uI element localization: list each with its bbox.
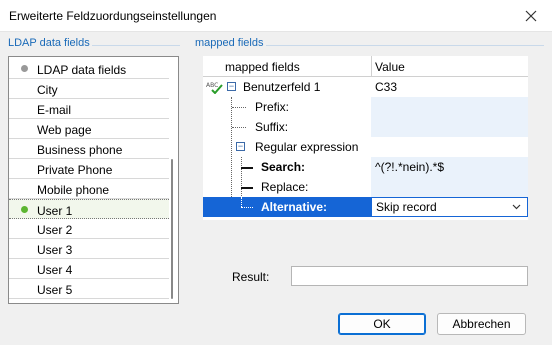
svg-text:ABC: ABC xyxy=(206,82,218,89)
alternative-selected-value: Skip record xyxy=(376,200,437,214)
list-item-label: User 3 xyxy=(37,243,73,257)
suffix-value-input[interactable] xyxy=(371,117,528,137)
ldap-section-divider xyxy=(92,45,180,46)
chevron-down-icon xyxy=(512,204,521,210)
list-item-label: User 4 xyxy=(37,263,73,277)
list-item[interactable]: User 5 xyxy=(9,279,169,299)
tree-line xyxy=(241,207,253,208)
list-item-label: User 5 xyxy=(37,283,73,297)
list-item-label: LDAP data fields xyxy=(37,63,127,77)
cancel-button[interactable]: Abbrechen xyxy=(437,313,526,335)
tree-row-root[interactable]: ABC − Benutzerfeld 1 C33 xyxy=(203,77,528,97)
mapped-fields-grid[interactable]: mapped fields Value ABC − Benutzerfeld 1… xyxy=(203,56,528,220)
tree-row-replace[interactable]: Replace: xyxy=(203,177,528,197)
selected-dot-icon xyxy=(21,206,28,213)
tree-row-search[interactable]: Search: ^(?!.*nein).*$ xyxy=(203,157,528,177)
list-item[interactable]: E-mail xyxy=(9,99,169,119)
list-item[interactable]: Web page xyxy=(9,119,169,139)
regex-label: Regular expression xyxy=(255,140,359,154)
collapse-icon[interactable]: − xyxy=(227,82,236,91)
ldap-field-list[interactable]: LDAP data fields City E-mail Web page Bu… xyxy=(8,56,179,304)
spellcheck-icon: ABC xyxy=(206,82,223,94)
window-title: Erweiterte Feldzuordungseinstellungen xyxy=(9,9,217,23)
list-item[interactable]: Business phone xyxy=(9,139,169,159)
list-item-label: Web page xyxy=(37,123,92,137)
grid-header: mapped fields Value xyxy=(203,56,528,77)
result-label: Result: xyxy=(232,270,270,284)
list-item[interactable]: User 3 xyxy=(9,239,169,259)
search-value-input[interactable]: ^(?!.*nein).*$ xyxy=(371,157,528,177)
replace-value-input[interactable] xyxy=(371,177,528,197)
list-item[interactable]: Mobile phone xyxy=(9,179,169,199)
mapped-section-label: mapped fields xyxy=(195,37,264,49)
tree-row-alternative[interactable]: Alternative: Skip record xyxy=(203,197,528,217)
marker-dot-icon xyxy=(21,65,28,72)
list-item-label: E-mail xyxy=(37,103,72,117)
tree-row-suffix[interactable]: Suffix: xyxy=(203,117,528,137)
list-item-label: User 1 xyxy=(37,204,73,218)
column-header-field[interactable]: mapped fields xyxy=(225,60,300,74)
prefix-label: Prefix: xyxy=(255,100,290,114)
mapped-section-divider xyxy=(266,45,544,46)
tree-line xyxy=(232,107,246,108)
tree-line xyxy=(241,187,253,189)
ldap-section-label: LDAP data fields xyxy=(8,37,90,49)
tree-line xyxy=(232,127,246,128)
column-divider[interactable] xyxy=(371,56,372,77)
suffix-label: Suffix: xyxy=(255,120,289,134)
tree-line xyxy=(241,167,253,169)
alternative-label: Alternative: xyxy=(261,200,328,214)
ok-button[interactable]: OK xyxy=(338,313,426,335)
tree-row-prefix[interactable]: Prefix: xyxy=(203,97,528,117)
close-icon xyxy=(525,10,537,22)
list-item[interactable]: Private Phone xyxy=(9,159,169,179)
column-header-value[interactable]: Value xyxy=(375,60,405,74)
list-item[interactable]: User 4 xyxy=(9,259,169,279)
search-label: Search: xyxy=(261,160,306,174)
list-item[interactable]: User 2 xyxy=(9,219,169,239)
list-item[interactable]: City xyxy=(9,79,169,99)
list-item[interactable]: LDAP data fields xyxy=(9,59,169,79)
tree-line xyxy=(241,197,242,207)
prefix-value-input[interactable] xyxy=(371,97,528,117)
tree-row-label: Benutzerfeld 1 xyxy=(243,80,321,94)
list-item-label: City xyxy=(37,83,58,97)
result-field[interactable] xyxy=(291,266,528,286)
list-item-label: Business phone xyxy=(37,143,123,157)
tree-row-regex[interactable]: − Regular expression xyxy=(203,137,528,157)
alternative-dropdown[interactable]: Skip record xyxy=(371,197,528,217)
title-bar: Erweiterte Feldzuordungseinstellungen xyxy=(0,0,552,32)
collapse-icon[interactable]: − xyxy=(236,142,245,151)
close-button[interactable] xyxy=(522,7,540,25)
list-item-label: Private Phone xyxy=(37,163,113,177)
replace-label: Replace: xyxy=(261,180,309,194)
list-scrollbar[interactable] xyxy=(171,159,173,299)
list-item-selected[interactable]: User 1 xyxy=(9,199,169,219)
list-item-label: Mobile phone xyxy=(37,183,110,197)
list-item-label: User 2 xyxy=(37,223,73,237)
tree-row-value[interactable]: C33 xyxy=(371,77,528,97)
